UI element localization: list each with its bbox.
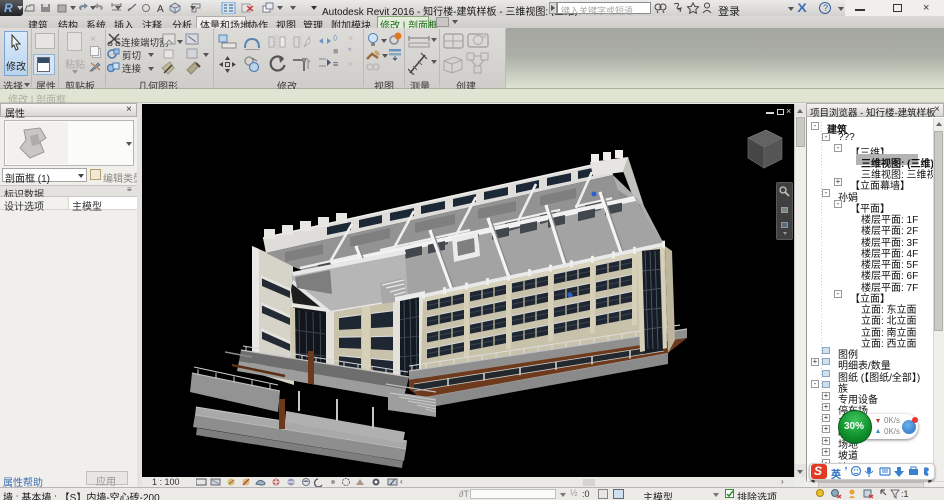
svg-text:A: A <box>157 4 164 14</box>
